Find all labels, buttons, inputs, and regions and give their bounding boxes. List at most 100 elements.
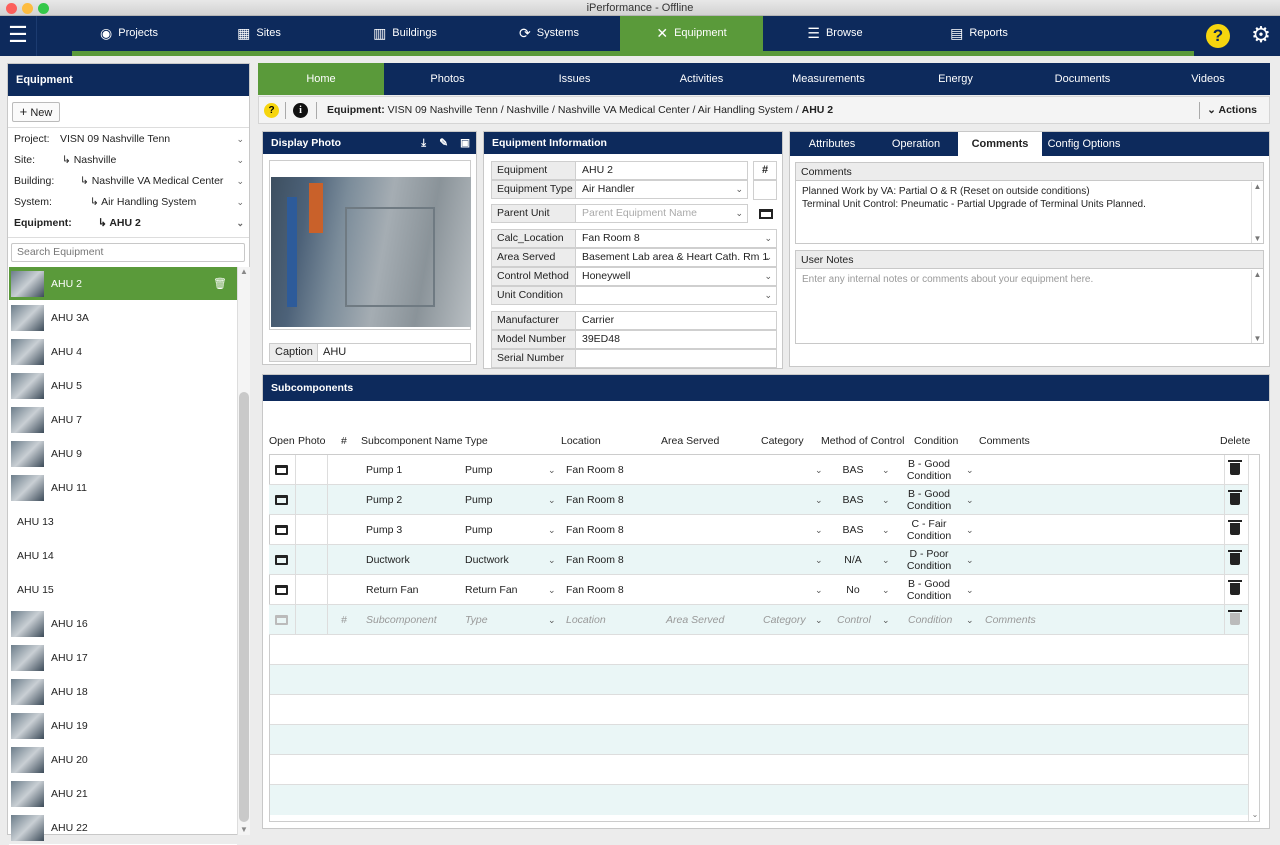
chevron-down-icon[interactable]: ⌄ — [815, 605, 823, 635]
subcomponent-location[interactable]: Fan Room 8 — [566, 545, 624, 575]
column-header-photo[interactable]: Photo — [298, 435, 325, 447]
tab-activities[interactable]: Activities — [638, 63, 765, 95]
equipment-list-item[interactable]: AHU 4 — [9, 335, 237, 369]
subcomponent-condition[interactable]: D - Poor Condition — [899, 548, 959, 572]
equipment-name-field[interactable]: Equipment NameAHU 2 — [491, 161, 748, 193]
nav-equipment[interactable]: ✕ Equipment — [620, 16, 763, 51]
chevron-down-icon[interactable]: ⌄ — [882, 605, 890, 635]
column-header-method-of-control[interactable]: Method of Control — [821, 435, 904, 447]
equipment-list-item[interactable]: AHU 16 — [9, 607, 237, 641]
close-window-button[interactable] — [6, 3, 17, 14]
calendar-icon[interactable] — [275, 615, 288, 625]
new-condition-select[interactable]: Condition — [908, 605, 952, 635]
nav-projects[interactable]: ◉ Projects — [72, 16, 186, 51]
equipment-list-item[interactable]: AHU 19 — [9, 709, 237, 743]
calendar-icon[interactable] — [275, 585, 288, 595]
calendar-icon[interactable] — [759, 209, 773, 219]
chevron-down-icon[interactable]: ⌄ — [815, 515, 823, 545]
column-header-number[interactable]: # — [341, 435, 347, 447]
chevron-down-icon[interactable]: ⌄ — [548, 545, 556, 575]
settings-button[interactable]: ⚙ — [1242, 16, 1280, 56]
subcomponent-row[interactable]: Return FanReturn Fan⌄Fan Room 8⌄No BAS⌄B… — [269, 575, 1248, 626]
new-location-select[interactable]: Location — [566, 605, 606, 635]
equipment-list-item[interactable]: AHU 3A — [9, 301, 237, 335]
tab-photos[interactable]: Photos — [384, 63, 511, 95]
trash-icon[interactable] — [1228, 520, 1242, 535]
unit-condition-select[interactable]: Unit Condition ⌄ — [491, 286, 777, 305]
column-header-type[interactable]: Type — [465, 435, 488, 447]
column-header-open[interactable]: Open — [269, 435, 295, 447]
calc-location-select[interactable]: Calc_Location Fan Room 8 ⌄ — [491, 229, 777, 248]
subcomponent-name[interactable]: Pump 3 — [366, 515, 402, 545]
actions-button[interactable]: ⌄ Actions — [1207, 97, 1257, 123]
parent-unit-select[interactable]: Parent Unit Parent Equipment Name ⌄ — [491, 204, 748, 223]
chevron-down-icon[interactable]: ⌄ — [815, 545, 823, 575]
chevron-down-icon[interactable]: ⌄ — [548, 575, 556, 605]
chevron-down-icon[interactable]: ⌄ — [882, 515, 890, 545]
equipment-list-item[interactable]: AHU 9 — [9, 437, 237, 471]
chevron-down-icon[interactable]: ⌄ — [966, 575, 974, 605]
chevron-down-icon[interactable]: ⌄ — [548, 455, 556, 485]
subcomponent-location[interactable]: Fan Room 8 — [566, 575, 624, 605]
subcomponent-control[interactable]: N/A — [835, 545, 871, 575]
hamburger-menu-button[interactable]: ☰ — [0, 16, 37, 56]
equipment-list-item[interactable]: AHU 2 🗑 — [9, 267, 237, 301]
tab-energy[interactable]: Energy — [892, 63, 1019, 95]
chevron-down-icon[interactable]: ⌄ — [548, 605, 556, 635]
search-equipment-input[interactable]: Search Equipment — [11, 243, 245, 262]
subcomponent-condition[interactable]: B - Good Condition — [899, 488, 959, 512]
edit-icon[interactable]: ✎ — [439, 132, 448, 154]
trash-icon[interactable] — [1228, 580, 1242, 595]
calendar-icon[interactable] — [275, 525, 288, 535]
subcomponent-type[interactable]: Pump — [465, 485, 492, 515]
calendar-icon[interactable] — [275, 465, 288, 475]
equipment-list-item[interactable]: AHU 13 — [9, 505, 237, 539]
calendar-icon[interactable] — [275, 555, 288, 565]
chevron-down-icon[interactable]: ⌄ — [815, 575, 823, 605]
equipment-type-select[interactable]: Equipment Type Air Handler ⌄ — [491, 180, 748, 199]
equipment-list-item[interactable]: AHU 20 — [9, 743, 237, 777]
model-number-field[interactable]: Model Number 39ED48 — [491, 330, 777, 349]
equipment-list-item[interactable]: AHU 15 — [9, 573, 237, 607]
subcomponent-control[interactable]: BAS — [835, 455, 871, 485]
tab-config-options[interactable]: Config Options — [1042, 132, 1126, 156]
subcomponent-type[interactable]: Return Fan — [465, 575, 518, 605]
user-notes-scrollbar[interactable]: ▲ ▼ — [1251, 270, 1263, 343]
chevron-down-icon[interactable]: ⌄ — [882, 455, 890, 485]
nav-systems[interactable]: ⟳ Systems — [478, 16, 620, 51]
column-header-area-served[interactable]: Area Served — [661, 435, 719, 447]
nav-buildings[interactable]: ▥ Buildings — [332, 16, 478, 51]
trash-icon[interactable] — [1228, 490, 1242, 505]
serial-number-field[interactable]: Serial Number — [491, 349, 777, 368]
new-category-select[interactable]: Category — [763, 605, 806, 635]
new-subcomponent-row[interactable]: # Subcomponent Type ⌄ Location Area Served Cat… — [269, 605, 1248, 635]
chevron-down-icon[interactable]: ⌄ — [882, 575, 890, 605]
scroll-down-icon[interactable]: ▼ — [238, 825, 250, 835]
tab-issues[interactable]: Issues — [511, 63, 638, 95]
column-header-delete[interactable]: Delete — [1220, 435, 1250, 447]
comments-box[interactable]: Comments Planned Work by VA: Partial O &… — [795, 162, 1264, 244]
equipment-list-item[interactable]: AHU 17 — [9, 641, 237, 675]
chevron-down-icon[interactable]: ⌄ — [815, 455, 823, 485]
download-icon[interactable]: ⤓ — [421, 132, 426, 154]
column-header-name[interactable]: Subcomponent Name — [361, 435, 463, 447]
nav-reports[interactable]: ▤ Reports — [907, 16, 1051, 51]
area-served-select[interactable]: Area Served Basement Lab area & Heart Cat… — [491, 248, 777, 267]
equipment-list-item[interactable]: AHU 18 — [9, 675, 237, 709]
trash-icon[interactable] — [1228, 550, 1242, 565]
tab-documents[interactable]: Documents — [1019, 63, 1146, 95]
chevron-down-icon[interactable]: ⌄ — [548, 485, 556, 515]
equipment-list-item[interactable]: AHU 14 — [9, 539, 237, 573]
chevron-down-icon[interactable]: ⌄ — [966, 485, 974, 515]
filter-equipment[interactable]: Equipment: ↳ AHU 2 ⌄ — [14, 214, 244, 232]
subcomponent-control[interactable]: BAS — [835, 515, 871, 545]
tab-comments[interactable]: Comments — [958, 132, 1042, 156]
help-icon[interactable]: ? — [264, 103, 279, 118]
comments-text[interactable]: Planned Work by VA: Partial O & R (Reset… — [796, 181, 1263, 215]
trash-icon[interactable]: 🗑 — [213, 267, 227, 301]
equipment-number-value[interactable] — [753, 180, 777, 200]
equipment-list-scrollbar[interactable]: ▲ ▼ — [237, 267, 250, 835]
info-icon[interactable]: i — [293, 103, 308, 118]
equipment-list-item[interactable]: AHU 11 — [9, 471, 237, 505]
subcomponent-type[interactable]: Ductwork — [465, 545, 509, 575]
